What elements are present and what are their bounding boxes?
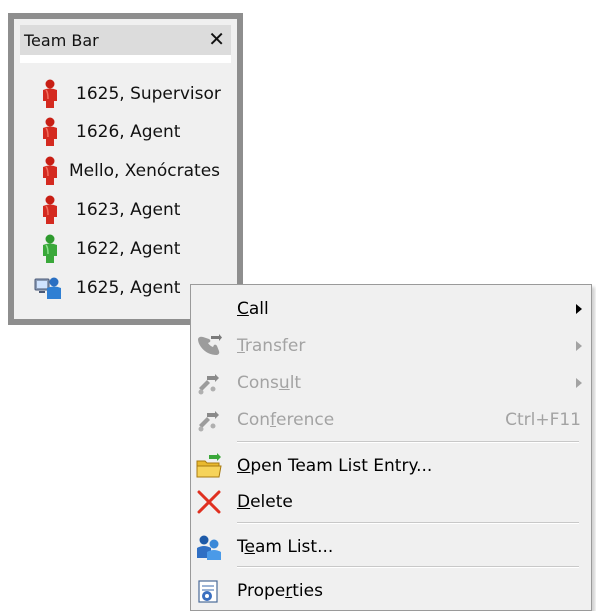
submenu-arrow-icon <box>576 304 582 314</box>
person-red-icon <box>43 195 57 224</box>
team-member-name: 1625, Agent <box>76 278 181 298</box>
team-member-item[interactable]: Mello, Xenócrates <box>14 152 237 188</box>
person-computer-icon <box>34 277 61 299</box>
person-green-icon <box>43 234 57 263</box>
delete-x-icon <box>197 490 221 514</box>
menu-item-properties[interactable]: Properties <box>191 573 591 609</box>
properties-icon <box>198 580 218 603</box>
conference-icon <box>198 411 219 432</box>
team-bar-header-strip <box>20 55 231 63</box>
menu-item-delete[interactable]: Delete <box>191 484 591 520</box>
menu-item-team-list[interactable]: Team List... <box>191 529 591 565</box>
transfer-handset-icon <box>198 334 222 355</box>
menu-item-call[interactable]: Call <box>191 291 591 327</box>
menu-item-open-entry[interactable]: Open Team List Entry... <box>191 448 591 484</box>
menu-shortcut: Ctrl+F11 <box>505 410 581 430</box>
menu-separator <box>237 522 579 524</box>
team-member-name: 1625, Supervisor <box>76 84 221 104</box>
team-bar-header: Team Bar ✕ <box>20 25 231 55</box>
team-member-item[interactable]: 1625, Supervisor <box>14 75 237 111</box>
consult-icon <box>198 374 219 395</box>
team-member-name: 1623, Agent <box>76 200 181 220</box>
menu-item-label: Team List... <box>237 537 334 557</box>
team-member-name: 1626, Agent <box>76 122 181 142</box>
menu-item-transfer[interactable]: Transfer <box>191 328 591 364</box>
menu-separator <box>237 566 579 568</box>
team-people-icon <box>197 535 221 560</box>
menu-item-label: Call <box>237 299 269 319</box>
team-bar-panel: Team Bar ✕ 1625, Supervisor 1626, Agent <box>8 13 243 325</box>
menu-item-label: Open Team List Entry... <box>237 456 433 476</box>
menu-item-label: Delete <box>237 492 293 512</box>
person-red-icon <box>43 79 57 108</box>
team-member-item[interactable]: 1623, Agent <box>14 191 237 227</box>
menu-item-label: Properties <box>237 581 323 601</box>
menu-item-conference[interactable]: Conference Ctrl+F11 <box>191 402 591 438</box>
team-member-item[interactable]: 1622, Agent <box>14 230 237 266</box>
context-menu: Call Transfer Consult Conference Ctrl+F1… <box>190 284 592 611</box>
menu-separator <box>237 441 579 443</box>
team-member-item[interactable]: 1626, Agent <box>14 113 237 149</box>
person-red-icon <box>43 156 57 185</box>
team-bar-title: Team Bar <box>24 31 99 50</box>
team-member-name: Mello, Xenócrates <box>69 161 221 181</box>
close-icon[interactable]: ✕ <box>208 27 225 51</box>
person-red-icon <box>43 117 57 146</box>
submenu-arrow-icon <box>576 378 582 388</box>
menu-item-label: Consult <box>237 373 302 393</box>
open-folder-icon <box>196 453 222 478</box>
team-member-name: 1622, Agent <box>76 239 181 259</box>
submenu-arrow-icon <box>576 341 582 351</box>
menu-item-label: Conference <box>237 410 335 430</box>
menu-item-label: Transfer <box>237 336 306 356</box>
menu-item-consult[interactable]: Consult <box>191 365 591 401</box>
